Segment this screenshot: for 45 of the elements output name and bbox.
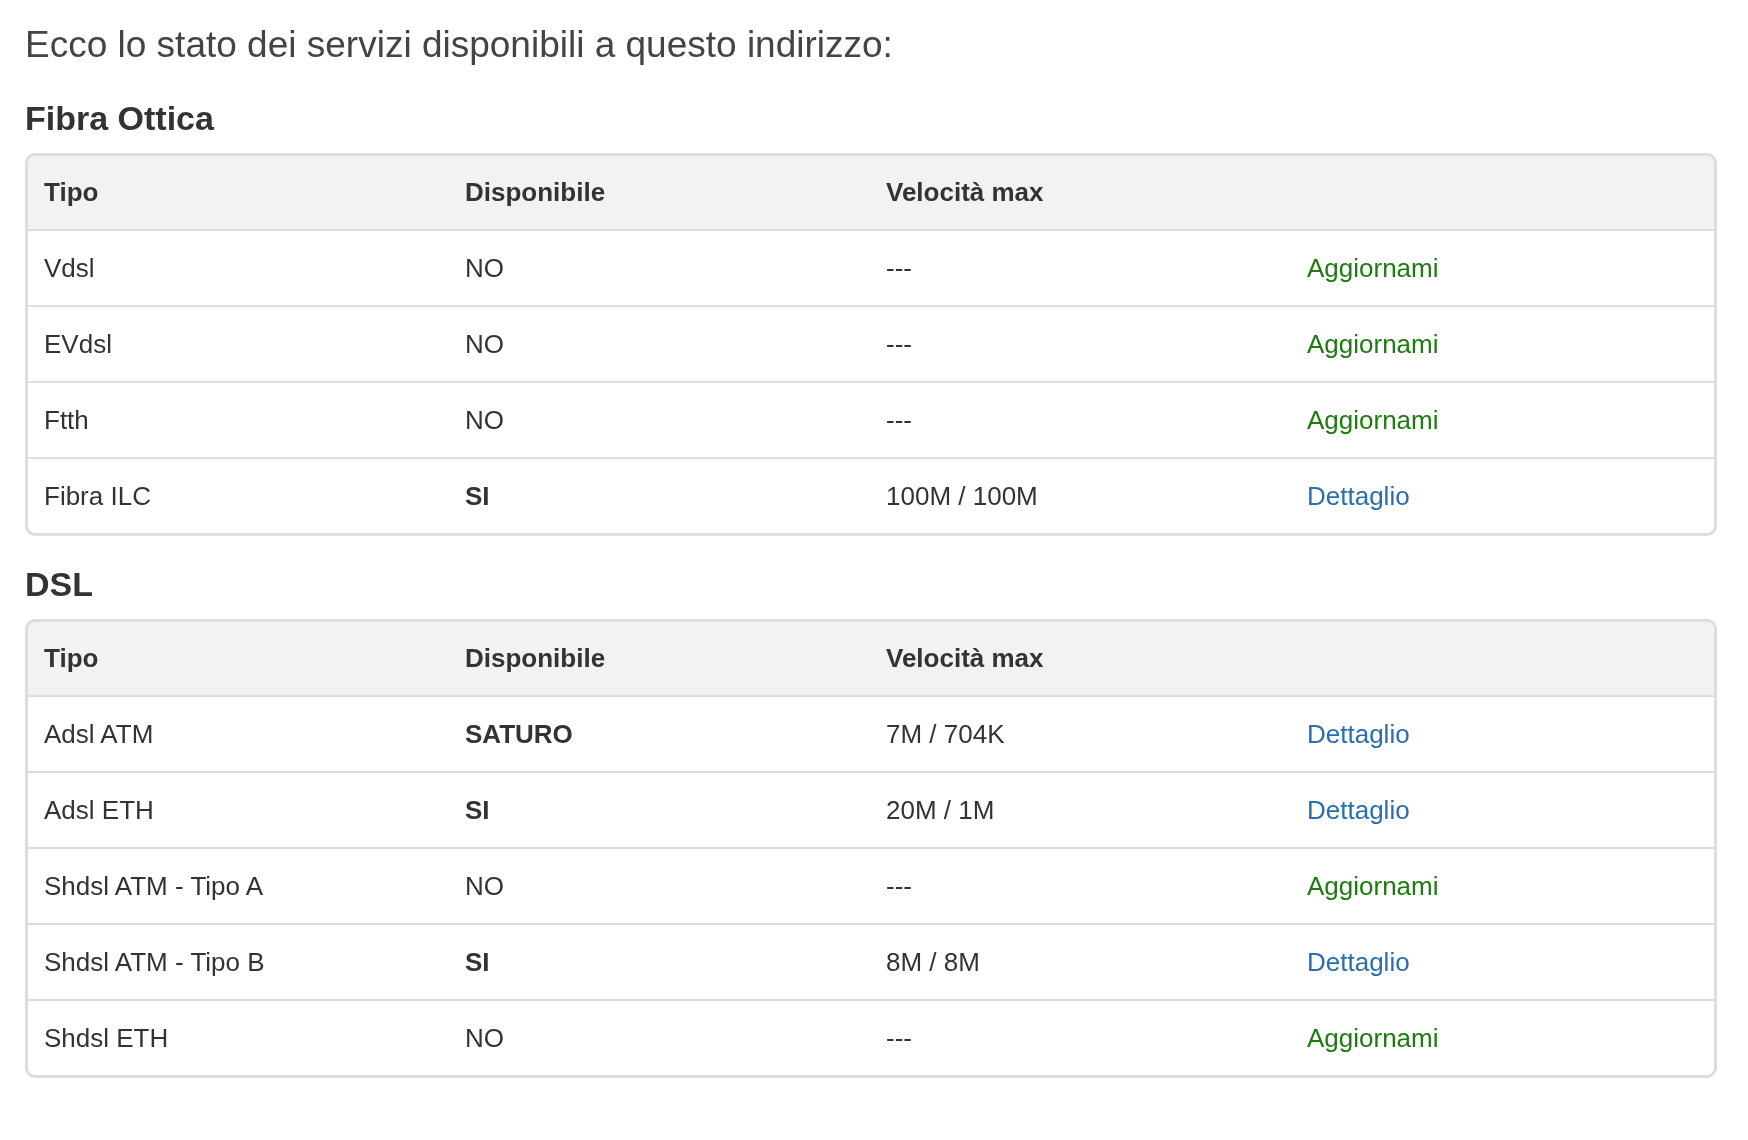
- column-header: Disponibile: [465, 177, 606, 208]
- section-heading: DSL: [25, 564, 94, 604]
- table-link[interactable]: Dettaglio: [1307, 480, 1410, 511]
- table-cell: EVdsl: [44, 328, 112, 360]
- table-cell: SI: [465, 946, 490, 978]
- table-link[interactable]: Aggiornami: [1307, 870, 1439, 901]
- table-cell: Ftth: [44, 404, 89, 436]
- table-link[interactable]: Dettaglio: [1307, 946, 1410, 977]
- table-cell: ---: [886, 328, 912, 360]
- column-header: Disponibile: [465, 643, 606, 674]
- table-cell: Shdsl ETH: [44, 1022, 169, 1054]
- intro-text: Ecco lo stato dei servizi disponibili a questo indirizzo:: [25, 23, 894, 67]
- table-cell: SI: [465, 480, 490, 512]
- table-cell: SATURO: [465, 718, 573, 750]
- table-cell: 100M / 100M: [886, 480, 1038, 512]
- column-header: Velocità max: [886, 177, 1044, 208]
- table-cell: Shdsl ATM - Tipo B: [44, 946, 265, 978]
- table-cell: Fibra ILC: [44, 480, 151, 512]
- table-link[interactable]: Aggiornami: [1307, 1022, 1439, 1053]
- table-cell: ---: [886, 870, 912, 902]
- table-cell: Adsl ATM: [44, 718, 154, 750]
- column-header: Tipo: [44, 177, 99, 208]
- table-link[interactable]: Aggiornami: [1307, 328, 1439, 359]
- table-cell: Shdsl ATM - Tipo A: [44, 870, 264, 902]
- table-cell: NO: [465, 1022, 504, 1054]
- table-cell: Vdsl: [44, 252, 95, 284]
- table-cell: ---: [886, 404, 912, 436]
- column-header: Tipo: [44, 643, 99, 674]
- table-cell: NO: [465, 252, 504, 284]
- table-cell: 8M / 8M: [886, 946, 980, 978]
- table-link[interactable]: Aggiornami: [1307, 252, 1439, 283]
- table-cell: SI: [465, 794, 490, 826]
- table-link[interactable]: Dettaglio: [1307, 794, 1410, 825]
- table-cell: 20M / 1M: [886, 794, 995, 826]
- table-link[interactable]: Dettaglio: [1307, 718, 1410, 749]
- table-cell: NO: [465, 328, 504, 360]
- table-cell: NO: [465, 870, 504, 902]
- column-header: Velocità max: [886, 643, 1044, 674]
- table-cell: ---: [886, 252, 912, 284]
- table-cell: NO: [465, 404, 504, 436]
- table-cell: Adsl ETH: [44, 794, 154, 826]
- table-link[interactable]: Aggiornami: [1307, 404, 1439, 435]
- table-cell: 7M / 704K: [886, 718, 1005, 750]
- section-heading: Fibra Ottica: [25, 98, 215, 138]
- table-cell: ---: [886, 1022, 912, 1054]
